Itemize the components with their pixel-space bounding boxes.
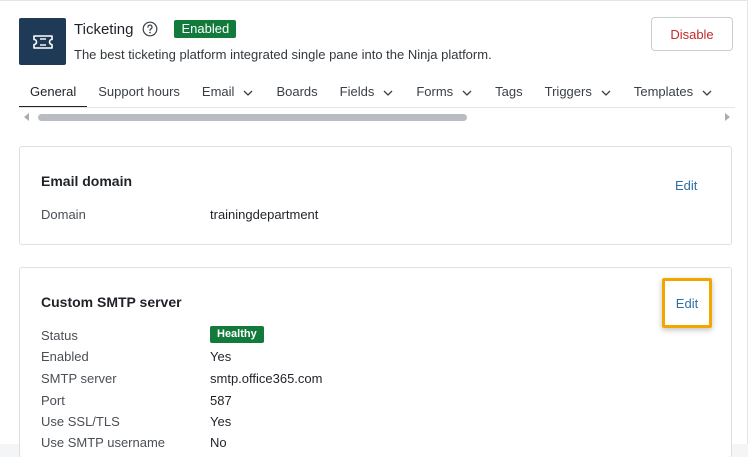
tab-triggers[interactable]: Triggers [534, 81, 623, 107]
field-label: Enabled [41, 349, 89, 364]
disable-button[interactable]: Disable [651, 17, 733, 51]
tab-bar: General Support hours Email Boards Field… [19, 81, 735, 108]
tab-email[interactable]: Email [191, 81, 266, 107]
tab-fields[interactable]: Fields [329, 81, 406, 107]
question-circle-icon[interactable] [142, 21, 158, 37]
field-label: Domain [41, 207, 86, 222]
tab-label: Tags [495, 84, 523, 99]
tab-label: Forms [416, 84, 454, 99]
field-label: Use SSL/TLS [41, 414, 120, 429]
tab-label: Triggers [544, 84, 592, 99]
field-value: No [210, 435, 227, 450]
tab-boards[interactable]: Boards [265, 81, 328, 107]
chevron-down-icon [243, 90, 253, 96]
tab-support-hours[interactable]: Support hours [87, 81, 191, 107]
chevron-down-icon [601, 90, 611, 96]
email-domain-card: Email domain Edit Domain trainingdepartm… [19, 146, 732, 245]
field-value: Yes [210, 349, 232, 364]
ticketing-settings-page: Ticketing Enabled The best ticketing pla… [0, 0, 748, 457]
tab-label: General [30, 84, 77, 99]
health-status-badge: Healthy [210, 326, 264, 343]
tab-general[interactable]: General [19, 81, 88, 107]
app-header: Ticketing Enabled The best ticketing pla… [19, 17, 735, 70]
scrollbar-thumb[interactable] [38, 114, 467, 121]
tab-label: Email [201, 84, 235, 99]
app-description: The best ticketing platform integrated s… [74, 47, 492, 62]
page-title: Ticketing [74, 20, 134, 38]
tab-label: Templates [633, 84, 694, 99]
card-title: Email domain [41, 173, 133, 189]
status-badge: Enabled [174, 20, 237, 38]
field-value: 587 [210, 393, 232, 408]
tab-label: Fields [339, 84, 375, 99]
tab-tags[interactable]: Tags [484, 81, 533, 107]
field-label: Port [41, 393, 65, 408]
chevron-down-icon [702, 90, 712, 96]
smtp-server-card: Custom SMTP server Edit Status Healthy E… [19, 267, 732, 457]
card-title: Custom SMTP server [41, 294, 182, 310]
chevron-down-icon [462, 90, 472, 96]
email-domain-edit-link[interactable]: Edit [675, 178, 697, 193]
tabs-horizontal-scrollbar[interactable] [19, 111, 731, 123]
field-label: Use SMTP username [41, 435, 166, 450]
smtp-edit-link[interactable]: Edit [676, 296, 698, 311]
field-value: Yes [210, 414, 232, 429]
field-label: SMTP server [41, 371, 117, 386]
chevron-down-icon [383, 90, 393, 96]
tab-forms[interactable]: Forms [405, 81, 484, 107]
field-value: smtp.office365.com [210, 371, 323, 386]
edit-highlight-box: Edit [662, 278, 712, 328]
field-label: Status [41, 328, 78, 343]
scroll-right-arrow-icon[interactable] [723, 113, 731, 121]
title-row: Ticketing Enabled [74, 18, 237, 40]
tab-label: Boards [276, 84, 318, 99]
tab-label: Support hours [98, 84, 180, 99]
tab-templates[interactable]: Templates [623, 81, 724, 107]
field-value: trainingdepartment [210, 207, 319, 222]
ticket-icon [19, 18, 66, 65]
scroll-left-arrow-icon[interactable] [23, 113, 31, 121]
